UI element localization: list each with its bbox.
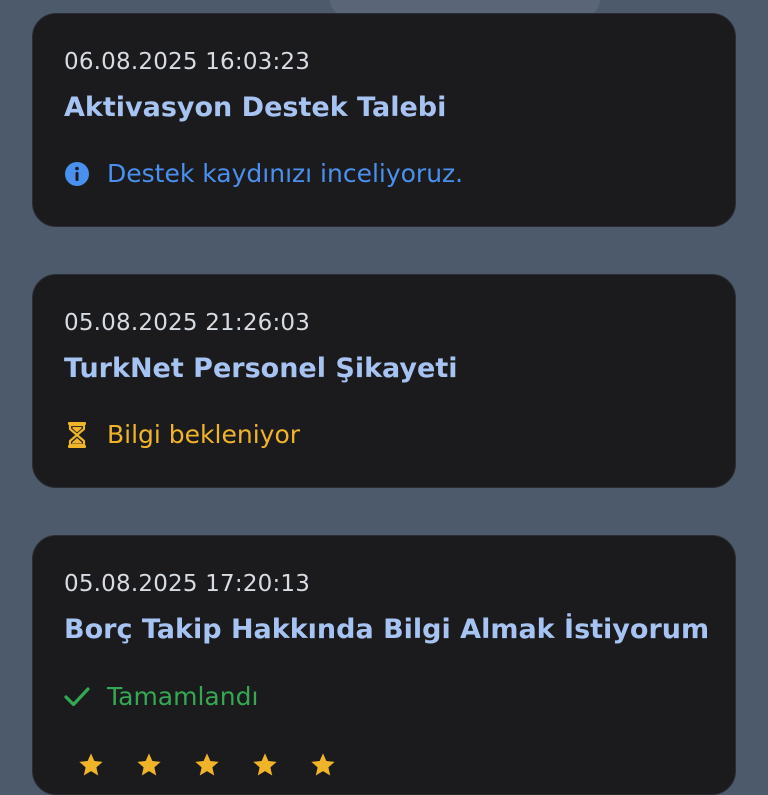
ticket-title: Borç Takip Hakkında Bilgi Almak İstiyoru… <box>64 614 710 645</box>
hourglass-icon <box>64 421 90 448</box>
rating-stars[interactable] <box>77 751 337 779</box>
star-icon[interactable] <box>251 751 279 779</box>
checkmark-icon <box>64 684 90 710</box>
ticket-card[interactable]: 05.08.2025 21:26:03 TurkNet Personel Şik… <box>32 274 736 488</box>
ticket-date: 05.08.2025 17:20:13 <box>64 571 311 597</box>
info-icon <box>64 161 90 187</box>
ticket-status-label: Tamamlandı <box>107 682 259 711</box>
ticket-card[interactable]: 06.08.2025 16:03:23 Aktivasyon Destek Ta… <box>32 13 736 227</box>
ticket-date: 06.08.2025 16:03:23 <box>64 49 311 75</box>
ticket-status-label: Bilgi bekleniyor <box>107 420 301 449</box>
star-icon[interactable] <box>193 751 221 779</box>
ticket-status: Destek kaydınızı inceliyoruz. <box>64 159 463 188</box>
ticket-title: Aktivasyon Destek Talebi <box>64 92 447 123</box>
star-icon[interactable] <box>77 751 105 779</box>
ticket-status: Tamamlandı <box>64 682 258 711</box>
ticket-status-label: Destek kaydınızı inceliyoruz. <box>107 159 464 188</box>
ticket-status: Bilgi bekleniyor <box>64 420 300 449</box>
star-icon[interactable] <box>309 751 337 779</box>
star-icon[interactable] <box>135 751 163 779</box>
ticket-title: TurkNet Personel Şikayeti <box>64 353 458 384</box>
ticket-card[interactable]: 05.08.2025 17:20:13 Borç Takip Hakkında … <box>32 535 736 795</box>
ticket-date: 05.08.2025 21:26:03 <box>64 310 311 336</box>
